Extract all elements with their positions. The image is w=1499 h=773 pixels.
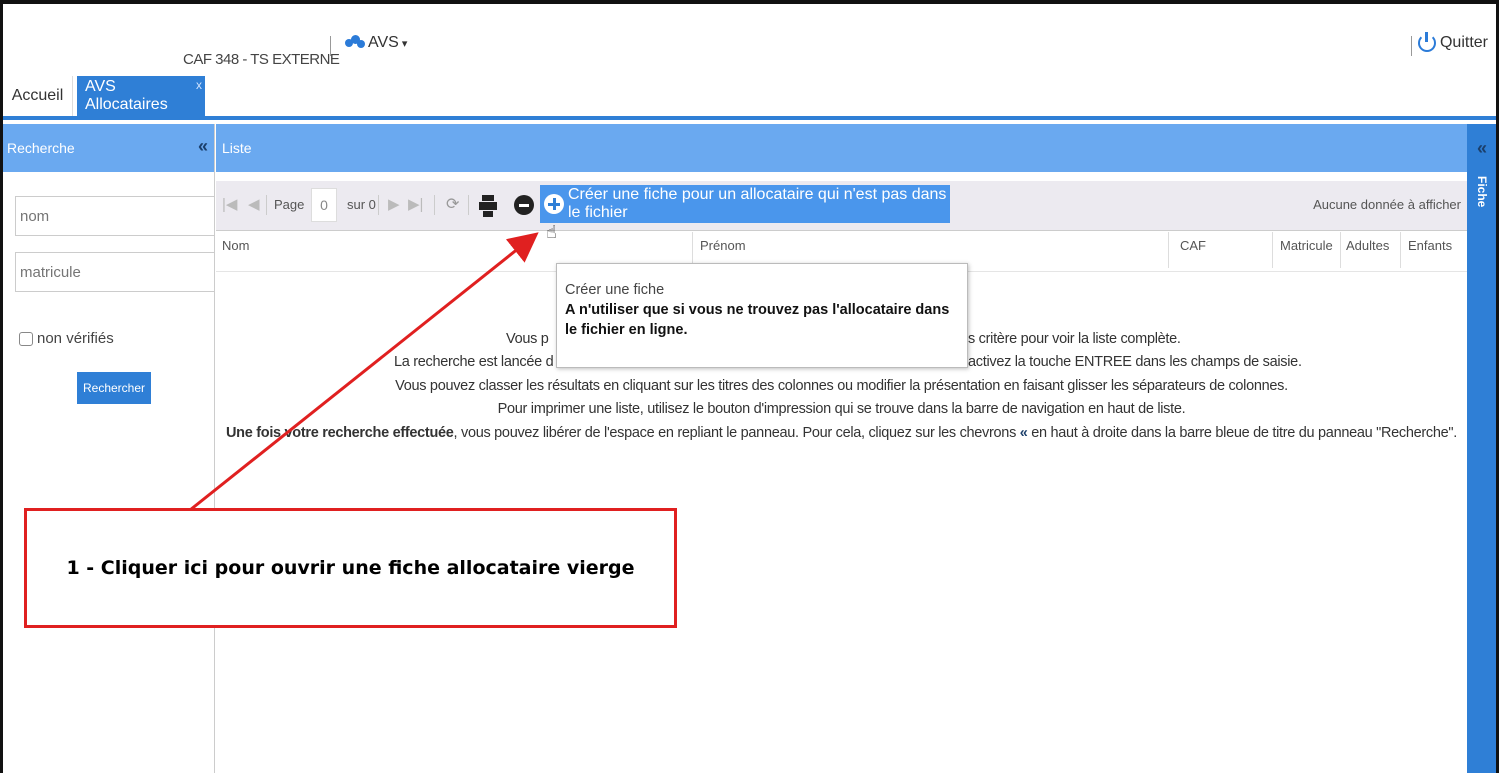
app-menu[interactable]: AVS ▾ (345, 34, 407, 52)
fiche-panel-collapsed[interactable]: « Fiche (1467, 124, 1496, 773)
callout-text: 1 - Cliquer ici pour ouvrir une fiche al… (66, 557, 635, 579)
list-panel: Liste |◀ ◀ Page 0 sur 0 ▶ ▶| ⟳ Créer une… (216, 124, 1467, 773)
column-separator[interactable] (1272, 232, 1273, 268)
col-enfants[interactable]: Enfants (1408, 238, 1452, 253)
refresh-icon[interactable]: ⟳ (446, 194, 459, 214)
search-button[interactable]: Rechercher (77, 372, 151, 404)
search-panel: Recherche « non vérifiés Rechercher (3, 124, 215, 773)
column-separator[interactable] (1168, 232, 1169, 268)
checkbox-label: non vérifiés (37, 330, 114, 347)
divider (378, 195, 379, 215)
power-icon (1417, 32, 1436, 52)
next-page-icon[interactable]: ▶ (388, 195, 400, 213)
caret-down-icon: ▾ (401, 37, 408, 50)
app-menu-label: AVS (368, 34, 399, 51)
nom-input[interactable] (15, 196, 215, 236)
checkbox-icon[interactable] (19, 331, 33, 346)
create-fiche-tooltip: Créer une fiche A n'utiliser que si vous… (556, 263, 968, 368)
column-separator[interactable] (1340, 232, 1341, 268)
close-icon[interactable]: x (196, 78, 202, 92)
help-line: Pour imprimer une liste, utilisez le bou… (497, 401, 1186, 417)
create-fiche-button[interactable]: Créer une fiche pour un allocataire qui … (540, 185, 950, 223)
first-page-icon[interactable]: |◀ (222, 195, 237, 213)
tab-bar: Accueil AVS Allocataires x (3, 72, 1496, 120)
fiche-label: Fiche (1475, 176, 1489, 208)
help-fragment: La recherche est lancée d (394, 354, 554, 370)
help-line: Vous pouvez classer les résultats en cli… (395, 377, 1288, 394)
page-label: Page (274, 197, 305, 212)
divider (1411, 36, 1412, 56)
matricule-input[interactable] (15, 252, 215, 292)
no-data-label: Aucune donnée à afficher (1313, 197, 1461, 212)
hand-cursor-icon: ☝ (546, 222, 557, 242)
page-input[interactable]: 0 (311, 188, 337, 222)
list-panel-header: Liste (216, 124, 1467, 172)
help-fragment: s critère pour voir la liste complète. (968, 330, 1181, 347)
remove-icon[interactable] (514, 195, 534, 215)
divider (266, 195, 267, 215)
collapse-chevron-icon[interactable]: « (198, 136, 208, 157)
annotation-callout: 1 - Cliquer ici pour ouvrir une fiche al… (24, 508, 677, 628)
col-prenom[interactable]: Prénom (700, 238, 746, 253)
page-total: sur 0 (347, 197, 376, 212)
divider (330, 36, 331, 56)
panel-title: Recherche (7, 140, 75, 156)
top-bar: CAF 348 - TS EXTERNE AVS ▾ Quitter (3, 4, 1496, 69)
prev-page-icon[interactable]: ◀ (248, 195, 260, 213)
divider (468, 195, 469, 215)
org-label: CAF 348 - TS EXTERNE (183, 51, 340, 68)
divider (434, 195, 435, 215)
quit-button[interactable]: Quitter (1417, 32, 1488, 52)
panel-title: Liste (222, 140, 252, 156)
print-icon[interactable] (479, 195, 497, 217)
tab-avs-allocataires[interactable]: AVS Allocataires x (77, 76, 205, 116)
last-page-icon[interactable]: ▶| (408, 195, 423, 213)
tab-label: Accueil (11, 87, 64, 104)
help-fragment: activez la touche ENTREE dans les champs… (968, 354, 1302, 370)
col-matricule[interactable]: Matricule (1280, 238, 1333, 253)
col-adultes[interactable]: Adultes (1346, 238, 1389, 253)
plus-icon (544, 194, 564, 214)
col-nom[interactable]: Nom (222, 238, 249, 253)
quit-label: Quitter (1439, 34, 1488, 51)
help-fragment: , vous pouvez libérer de l'espace en rep… (453, 424, 1017, 441)
chevron-icon: « (1019, 424, 1028, 441)
tooltip-title: Créer une fiche (565, 282, 665, 298)
column-separator[interactable] (1400, 232, 1401, 268)
tab-accueil[interactable]: Accueil (3, 76, 73, 116)
help-fragment: Vous p (506, 330, 549, 347)
search-panel-header: Recherche « (3, 124, 214, 172)
help-line: Une fois votre recherche effectuée, vous… (216, 422, 1467, 446)
help-bold: Une fois votre recherche effectuée (226, 424, 454, 441)
help-fragment: en haut à droite dans la barre bleue de … (1031, 424, 1457, 441)
users-icon (345, 35, 365, 51)
list-toolbar: |◀ ◀ Page 0 sur 0 ▶ ▶| ⟳ Créer une fiche… (216, 181, 1467, 231)
tab-label: AVS Allocataires (85, 78, 168, 113)
create-fiche-label: Créer une fiche pour un allocataire qui … (568, 186, 947, 221)
col-caf[interactable]: CAF (1180, 238, 1206, 253)
non-verifies-checkbox[interactable]: non vérifiés (19, 330, 114, 347)
tooltip-warning: A n'utiliser que si vous ne trouvez pas … (565, 302, 950, 338)
expand-chevron-icon[interactable]: « (1477, 138, 1487, 159)
